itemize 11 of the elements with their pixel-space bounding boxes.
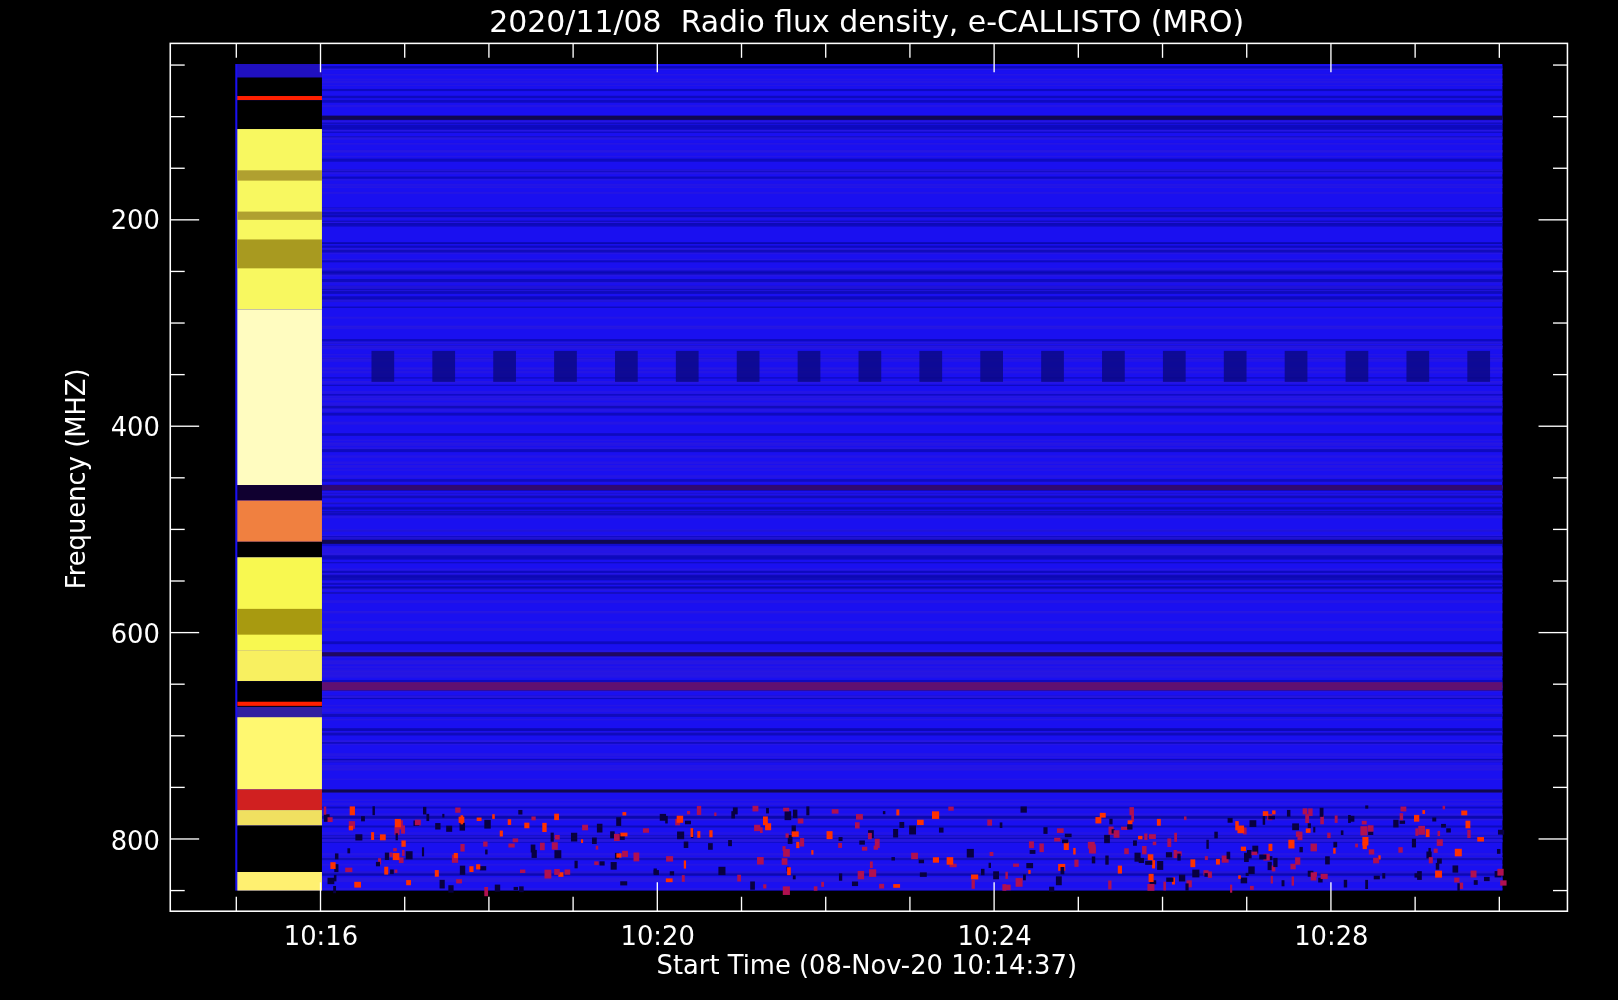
x-tick-label: 10:24 xyxy=(957,921,1032,952)
chart-title: 2020/11/08 Radio flux density, e-CALLISTO (MRO) xyxy=(489,4,1245,40)
x-tick-label: 10:20 xyxy=(620,921,695,952)
y-tick-label: 200 xyxy=(110,205,160,236)
y-tick-label: 800 xyxy=(110,826,160,857)
x-axis-title: Start Time (08-Nov-20 10:14:37) xyxy=(656,950,1077,981)
y-axis-title: Frequency (MHZ) xyxy=(60,368,91,590)
y-tick-label: 600 xyxy=(110,619,160,650)
x-tick-label: 10:28 xyxy=(1294,921,1369,952)
y-tick-label: 400 xyxy=(110,412,160,443)
x-tick-label: 10:16 xyxy=(283,921,359,952)
